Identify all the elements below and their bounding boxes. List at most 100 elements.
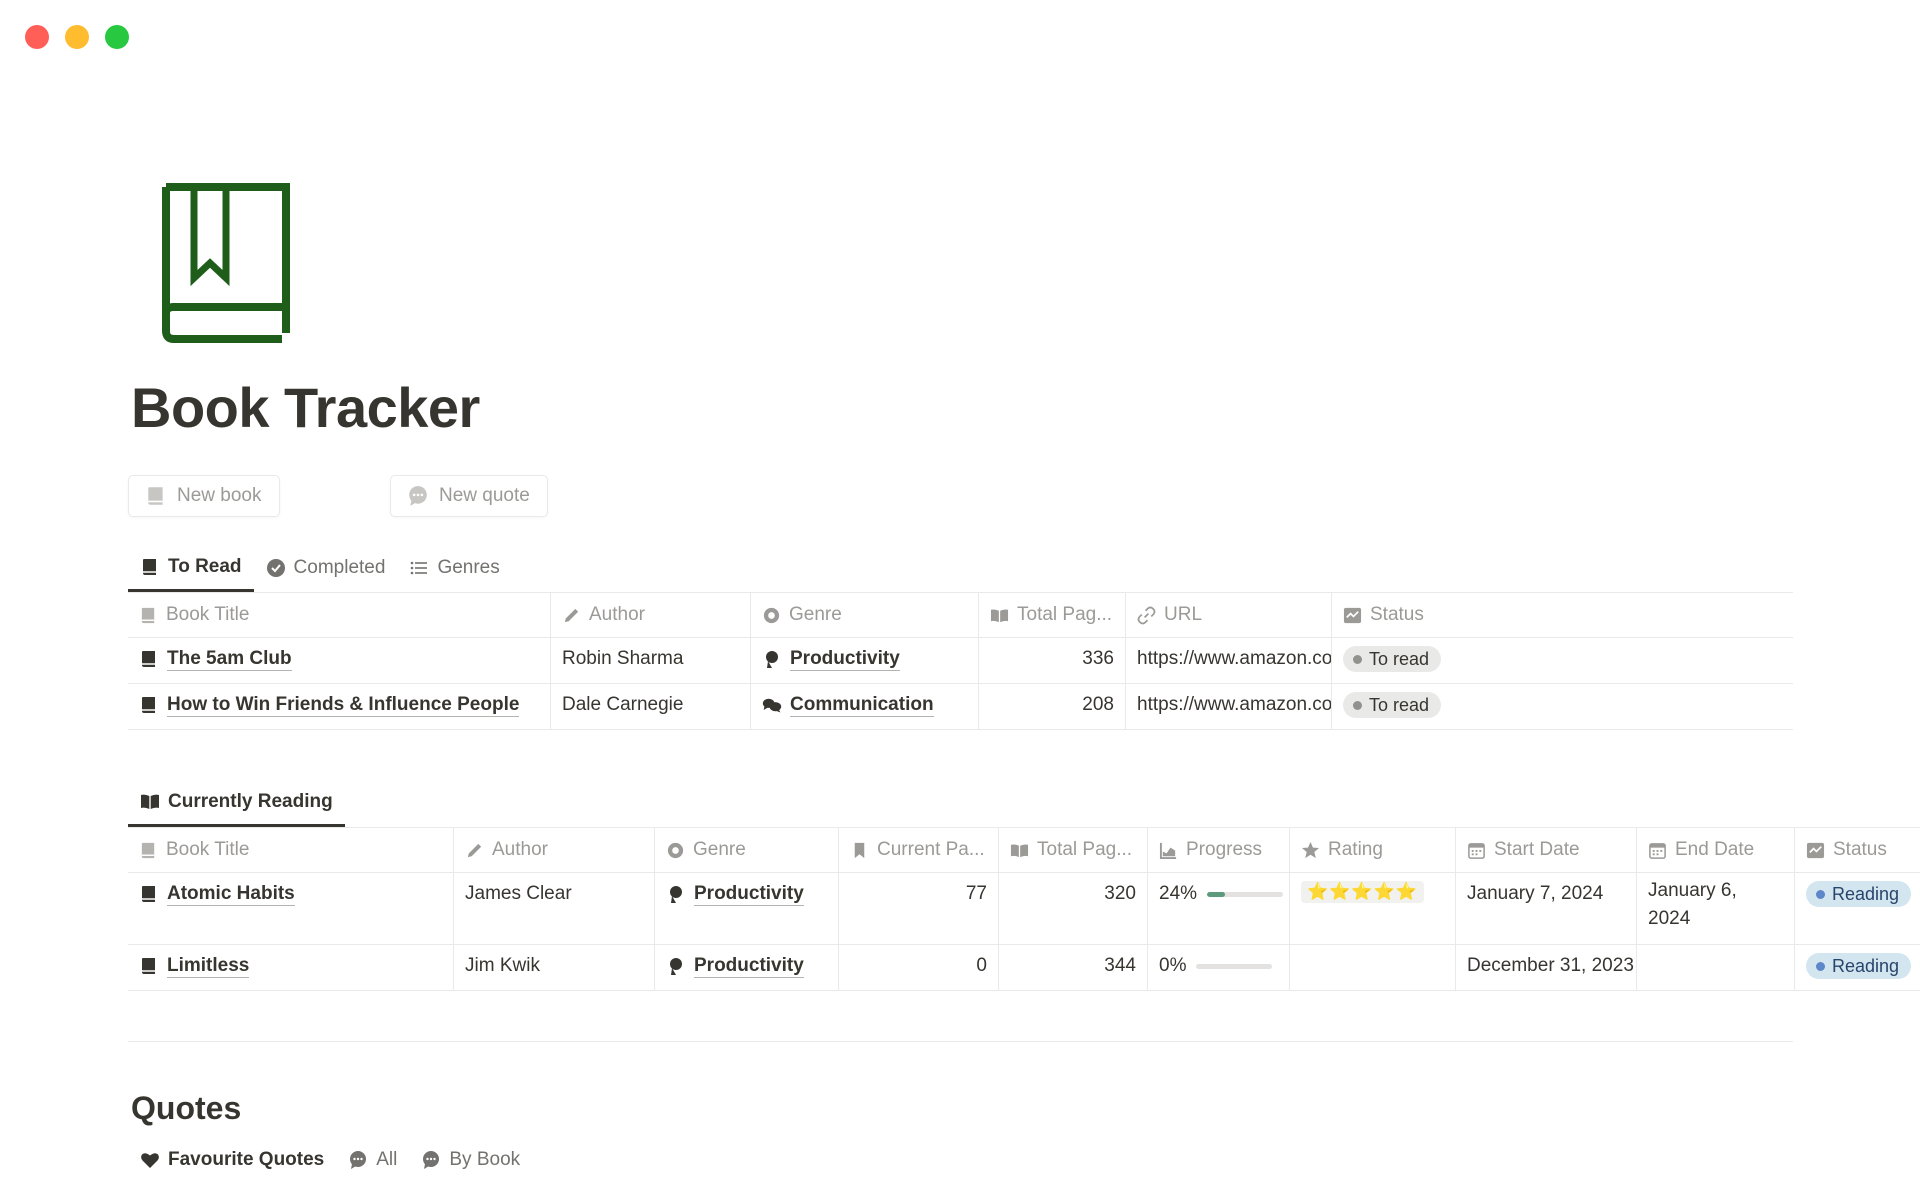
status-badge: To read <box>1343 692 1442 718</box>
tab-favourite-quotes[interactable]: Favourite Quotes <box>128 1145 336 1175</box>
column-header-total-pages[interactable]: Total Pag... <box>979 593 1126 637</box>
tab-to-read[interactable]: To Read <box>128 554 254 592</box>
author-cell[interactable]: Dale Carnegie <box>551 684 751 729</box>
chart-icon <box>1159 842 1177 859</box>
person-head-icon <box>670 886 682 903</box>
link-icon <box>1137 606 1156 624</box>
currently-reading-table: Book Title Author Genre Current Pa... To… <box>128 827 1920 991</box>
rating-cell[interactable] <box>1290 945 1456 990</box>
progress-bar-fill <box>1207 891 1226 897</box>
column-header-status[interactable]: Status <box>1795 828 1920 872</box>
calendar-icon <box>1649 842 1666 859</box>
book-icon <box>142 651 155 667</box>
column-header-book-title[interactable]: Book Title <box>128 828 454 872</box>
start-date-cell[interactable]: December 31, 2023 <box>1456 945 1637 990</box>
end-date-cell[interactable] <box>1637 945 1795 990</box>
table-row[interactable]: How to Win Friends & Influence People Da… <box>128 684 1793 730</box>
table-row[interactable]: The 5am Club Robin Sharma Productivity 3… <box>128 638 1793 684</box>
status-icon <box>1806 842 1825 858</box>
page-title: Book Tracker <box>131 376 480 439</box>
tab-quotes-by-book[interactable]: By Book <box>409 1145 532 1175</box>
book-icon <box>141 842 155 858</box>
total-pages-cell[interactable]: 336 <box>979 638 1126 683</box>
currently-reading-view-tabs: Currently Reading <box>128 789 345 827</box>
genre-cell[interactable]: Productivity <box>751 638 979 683</box>
current-page-cell[interactable]: 77 <box>839 873 999 944</box>
close-window-button[interactable] <box>25 25 49 49</box>
book-title-cell[interactable]: How to Win Friends & Influence People <box>128 684 551 729</box>
progress-bar <box>1196 963 1273 969</box>
book-bookmark-icon[interactable] <box>158 183 292 343</box>
speech-bubble-icon <box>409 486 427 506</box>
author-cell[interactable]: James Clear <box>454 873 655 944</box>
book-title-cell[interactable]: The 5am Club <box>128 638 551 683</box>
speech-bubbles-icon <box>762 698 782 713</box>
genre-cell[interactable]: Communication <box>751 684 979 729</box>
column-header-start-date[interactable]: Start Date <box>1456 828 1637 872</box>
current-page-cell[interactable]: 0 <box>839 945 999 990</box>
column-header-status[interactable]: Status <box>1332 593 1793 637</box>
tab-currently-reading[interactable]: Currently Reading <box>128 789 345 827</box>
genre-cell[interactable]: Productivity <box>655 873 839 944</box>
progress-indicator: 24% <box>1159 883 1284 905</box>
url-cell[interactable]: https://www.amazon.co <box>1126 684 1332 729</box>
progress-indicator: 0% <box>1159 955 1273 977</box>
open-book-icon <box>990 608 1009 622</box>
total-pages-cell[interactable]: 344 <box>999 945 1148 990</box>
column-header-rating[interactable]: Rating <box>1290 828 1456 872</box>
calendar-icon <box>1468 842 1485 859</box>
select-circle-icon <box>667 842 684 858</box>
status-cell[interactable]: Reading <box>1795 873 1920 944</box>
tab-genres[interactable]: Genres <box>397 554 511 592</box>
new-book-button[interactable]: New book <box>128 475 280 517</box>
tab-completed[interactable]: Completed <box>254 554 398 592</box>
select-circle-icon <box>763 607 780 623</box>
column-header-url[interactable]: URL <box>1126 593 1332 637</box>
book-title-cell[interactable]: Atomic Habits <box>128 873 454 944</box>
book-icon <box>142 958 155 974</box>
minimize-window-button[interactable] <box>65 25 89 49</box>
column-header-end-date[interactable]: End Date <box>1637 828 1795 872</box>
speech-bubble-icon <box>350 1151 367 1169</box>
column-header-author[interactable]: Author <box>551 593 751 637</box>
total-pages-cell[interactable]: 320 <box>999 873 1148 944</box>
new-quote-label: New quote <box>439 485 530 506</box>
start-date-cell[interactable]: January 7, 2024 <box>1456 873 1637 944</box>
open-book-icon <box>1010 843 1029 857</box>
book-icon <box>148 487 163 505</box>
new-quote-button[interactable]: New quote <box>390 475 548 517</box>
progress-cell[interactable]: 24% <box>1148 873 1290 944</box>
person-head-icon <box>766 651 778 668</box>
to-read-view-tabs: To Read Completed Genres <box>128 554 512 592</box>
status-cell[interactable]: To read <box>1332 684 1793 729</box>
column-header-current-page[interactable]: Current Pa... <box>839 828 999 872</box>
book-title-cell[interactable]: Limitless <box>128 945 454 990</box>
table-row[interactable]: Atomic Habits James Clear Productivity 7… <box>128 873 1920 945</box>
to-read-table: Book Title Author Genre Total Pag... URL… <box>128 592 1793 730</box>
url-cell[interactable]: https://www.amazon.co <box>1126 638 1332 683</box>
window-controls <box>25 25 129 49</box>
status-badge: To read <box>1343 646 1442 672</box>
progress-cell[interactable]: 0% <box>1148 945 1290 990</box>
column-header-author[interactable]: Author <box>454 828 655 872</box>
rating-stars: ⭐⭐⭐⭐⭐ <box>1301 881 1424 903</box>
heart-icon <box>141 1153 159 1168</box>
status-cell[interactable]: To read <box>1332 638 1793 683</box>
status-cell[interactable]: Reading <box>1795 945 1920 990</box>
check-circle-icon <box>266 559 285 577</box>
tab-all-quotes[interactable]: All <box>336 1145 409 1175</box>
column-header-book-title[interactable]: Book Title <box>128 593 551 637</box>
table-row[interactable]: Limitless Jim Kwik Productivity 0 344 0%… <box>128 945 1920 991</box>
total-pages-cell[interactable]: 208 <box>979 684 1126 729</box>
column-header-genre[interactable]: Genre <box>655 828 839 872</box>
column-header-progress[interactable]: Progress <box>1148 828 1290 872</box>
column-header-genre[interactable]: Genre <box>751 593 979 637</box>
end-date-cell[interactable]: January 6, 2024 <box>1637 873 1795 944</box>
genre-cell[interactable]: Productivity <box>655 945 839 990</box>
zoom-window-button[interactable] <box>105 25 129 49</box>
author-cell[interactable]: Robin Sharma <box>551 638 751 683</box>
author-cell[interactable]: Jim Kwik <box>454 945 655 990</box>
status-badge: Reading <box>1806 953 1912 979</box>
column-header-total-pages[interactable]: Total Pag... <box>999 828 1148 872</box>
rating-cell[interactable]: ⭐⭐⭐⭐⭐ <box>1290 873 1456 944</box>
